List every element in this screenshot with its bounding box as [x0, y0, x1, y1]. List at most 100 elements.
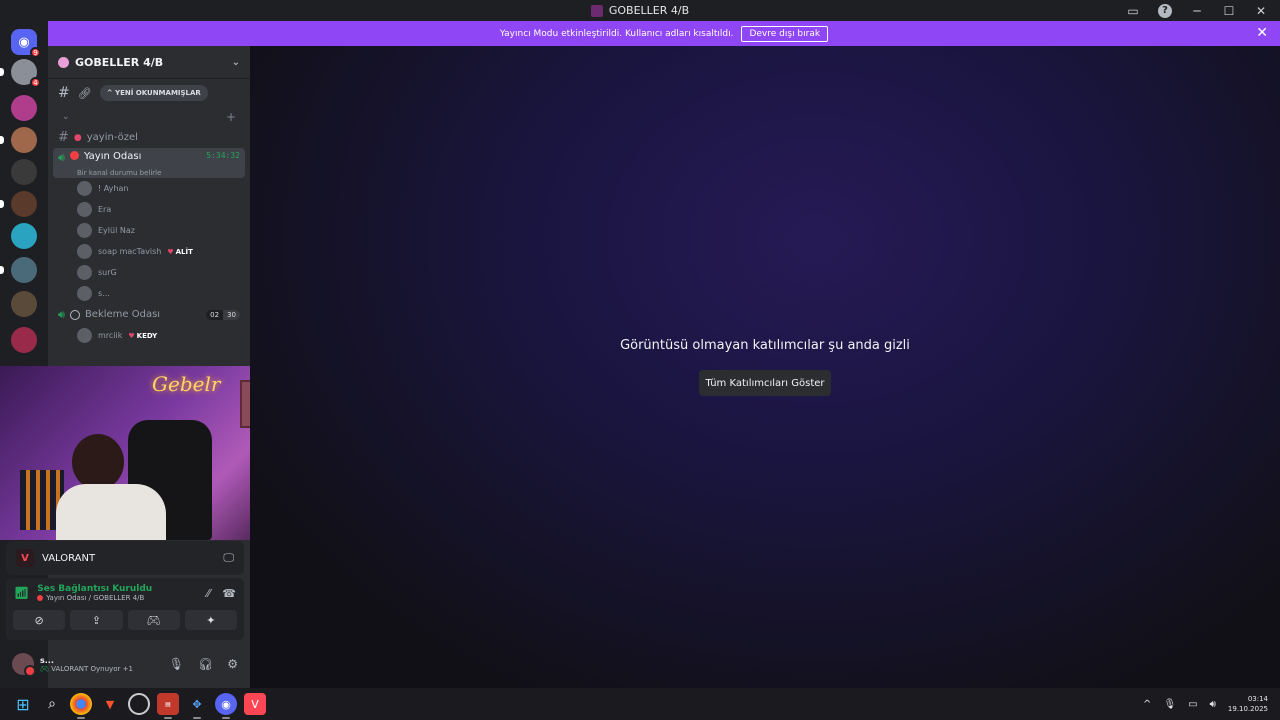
text-channel-name: yayin-özel [86, 132, 138, 143]
category-header[interactable]: ⌄ + [48, 107, 250, 127]
voice-member[interactable]: Era [48, 199, 250, 220]
avatar [77, 223, 92, 238]
voice-member[interactable]: surG [48, 262, 250, 283]
search-icon[interactable]: ⌕ [41, 693, 63, 715]
unread-indicator [0, 68, 4, 76]
link-icon[interactable]: 🔗︎ [78, 87, 92, 100]
channel-tools: # 🔗︎ ^ YENİ OKUNMAMIŞLAR [48, 79, 250, 107]
microphone-icon[interactable]: 🎙︎ [169, 657, 184, 671]
close-window-button[interactable]: ✕ [1254, 4, 1268, 18]
member-name: mrciik [98, 331, 123, 340]
valorant-icon: V [16, 549, 34, 567]
noise-suppression-icon[interactable]: ⁄⁄ [207, 587, 211, 600]
chevron-down-icon[interactable]: ⌄ [232, 57, 240, 68]
neon-sign: Gebelr [152, 372, 221, 396]
server-1-icon[interactable]: 4 [0, 59, 41, 88]
active-voice-channel[interactable]: 🔊︎ Yayın Odası 5:34:32 Bir kanal durumu … [53, 148, 245, 178]
server-3-icon[interactable] [0, 127, 37, 153]
member-name: soap macTavish [98, 247, 162, 256]
voice-member[interactable]: Eylül Naz [48, 220, 250, 241]
voice-location[interactable]: Yayın Odası / GOBELLER 4/B [37, 594, 152, 602]
server-4-icon[interactable] [11, 159, 37, 185]
voice-connection-panel: 📶︎ Ses Bağlantısı Kuruldu Yayın Odası / … [6, 578, 244, 640]
gear-icon[interactable]: ⚙ [227, 657, 238, 671]
server-2-icon[interactable] [11, 95, 37, 121]
server-6-icon[interactable] [11, 223, 37, 249]
member-tag: ♥ KEDY [128, 332, 157, 340]
heart-icon: ♥ [128, 331, 135, 340]
live-icon [37, 595, 44, 601]
window-title-text: GOBELLER 4/B [608, 4, 690, 17]
avatar [77, 286, 92, 301]
brave-icon[interactable]: ▼ [99, 693, 121, 715]
add-channel-icon[interactable]: + [226, 110, 236, 124]
channel-status-hint[interactable]: Bir kanal durumu belirle [58, 169, 240, 177]
server-8-icon[interactable] [11, 291, 37, 317]
new-unreads-button[interactable]: ^ YENİ OKUNMAMIŞLAR [99, 85, 208, 101]
speaker-icon: 🔊︎ [58, 307, 65, 321]
maximize-button[interactable]: ☐ [1222, 4, 1236, 18]
help-icon[interactable]: ? [1158, 3, 1172, 18]
voice-stage: Görüntüsü olmayan katılımcılar şu anda g… [250, 46, 1280, 688]
headphones-icon[interactable]: 🎧︎ [198, 657, 213, 671]
stream-icon[interactable]: 🖵︎ [223, 551, 234, 565]
chrome-icon[interactable] [70, 693, 92, 719]
streamer-head [72, 434, 124, 490]
news-app-icon[interactable]: ▤ [157, 693, 179, 719]
show-all-participants-button[interactable]: Tüm Katılımcıları Göster [699, 370, 831, 396]
activity-button[interactable]: 🎮︎ [127, 610, 180, 630]
server-header[interactable]: GOBELLER 4/B ⌄ [48, 46, 250, 79]
unread-indicator [0, 200, 4, 208]
hash-icon: # [58, 130, 69, 145]
volume-icon[interactable]: 🔊︎ [1210, 699, 1216, 710]
minimize-button[interactable]: ─ [1190, 4, 1204, 18]
voice-member[interactable]: soap macTavish ♥ ALİT [48, 241, 250, 262]
activity-panel[interactable]: V VALORANT 🖵︎ [6, 541, 244, 575]
camera-off-button[interactable]: ⊘ [13, 610, 66, 630]
disconnect-icon[interactable]: ☎︎ [222, 587, 236, 600]
member-tag-label: ALİT [175, 247, 193, 256]
avatar[interactable] [12, 653, 36, 677]
member-name: Eylül Naz [98, 226, 135, 235]
unread-indicator [0, 136, 4, 144]
avatar [77, 202, 92, 217]
user-count-current: 02 [206, 309, 224, 320]
lips-icon: ● [73, 132, 82, 143]
text-channel[interactable]: # ● yayin-özel [48, 127, 250, 148]
server-5-icon[interactable] [0, 191, 37, 217]
display-icon[interactable]: ▭ [1188, 699, 1197, 710]
new-unreads-label: YENİ OKUNMAMIŞLAR [115, 89, 201, 97]
clock-time: 03:14 [1247, 695, 1268, 703]
screen-share-button[interactable]: ⇪ [70, 610, 123, 630]
microphone-icon[interactable]: 🎙︎ [1163, 699, 1176, 710]
voice-member[interactable]: mrciik ♥ KEDY [48, 325, 250, 346]
avatar [77, 328, 92, 343]
inbox-icon[interactable]: ▭ [1126, 4, 1140, 18]
globe-icon [69, 309, 80, 320]
app-icon[interactable] [128, 693, 150, 715]
server-7-icon[interactable] [0, 257, 37, 283]
soundboard-button[interactable]: ✦ [184, 610, 237, 630]
channels-icon[interactable]: # [58, 85, 70, 101]
clock[interactable]: 03:14 19.10.2025 [1228, 694, 1268, 714]
close-banner-icon[interactable]: ✕ [1256, 25, 1268, 41]
windows-start-icon[interactable]: ⊞ [12, 693, 34, 715]
voice-timer: 5:34:32 [206, 151, 240, 160]
server-9-icon[interactable] [11, 327, 37, 353]
chevron-up-icon[interactable]: ^ [1143, 699, 1151, 710]
avatar [77, 265, 92, 280]
voice-status[interactable]: Ses Bağlantısı Kuruldu [37, 584, 152, 594]
discord-home-icon[interactable]: ◉ 9 [11, 29, 41, 58]
waiting-room-channel[interactable]: 🔊︎ Bekleme Odası 02 30 [48, 304, 250, 325]
valorant-icon[interactable]: V [244, 693, 266, 715]
member-tag: ♥ ALİT [167, 248, 193, 256]
voice-member[interactable]: ! Ayhan [48, 178, 250, 199]
discord-icon[interactable]: ◉ [215, 693, 237, 719]
waiting-room-name: Bekleme Odası [84, 309, 161, 320]
disable-streamer-mode-button[interactable]: Devre dışı bırak [741, 25, 829, 42]
member-name: Era [98, 205, 112, 214]
voice-member[interactable]: s... [48, 283, 250, 304]
hidden-participants-message: Görüntüsü olmayan katılımcılar şu anda g… [620, 338, 910, 353]
network-app-icon[interactable]: ✥ [186, 693, 208, 719]
banner-text: Yayıncı Modu etkinleştirildi. Kullanıcı … [499, 28, 734, 39]
